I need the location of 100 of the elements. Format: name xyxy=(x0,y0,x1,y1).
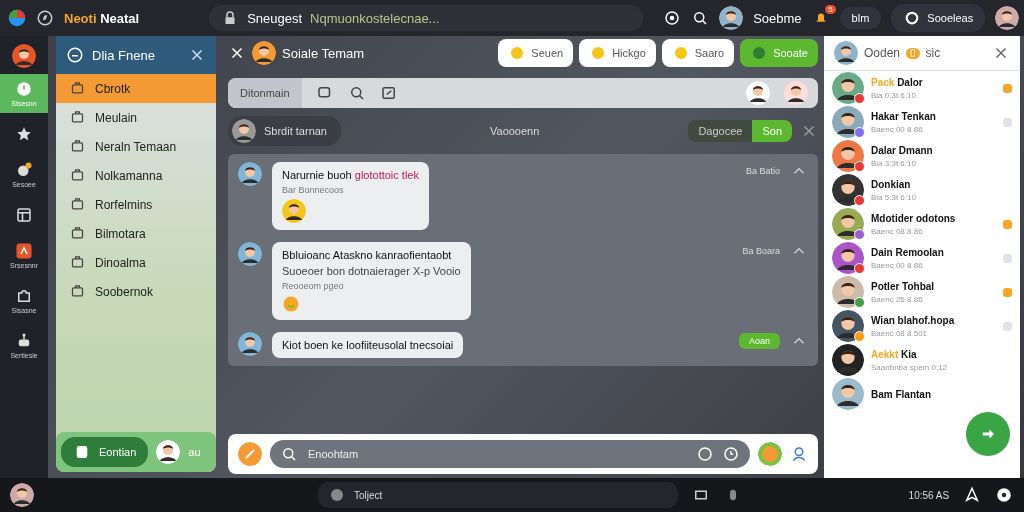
message-time: Ba Boara xyxy=(742,246,780,256)
chat-title: Soiale Temam xyxy=(282,45,365,61)
contact-item[interactable]: Potler Tohbal Baenc 26 8 86 xyxy=(824,275,1020,309)
contact-name: Potler Tohbal xyxy=(871,280,935,292)
filter-chip[interactable]: Hickgo xyxy=(579,39,656,67)
contact-subtitle: Baenc 08 8 501 xyxy=(871,328,929,338)
contact-subtitle: Baenc 00 8 86 xyxy=(871,124,924,134)
profile-avatar xyxy=(995,6,1020,30)
contact-item[interactable]: Donkian Bia 5:3t 6:10 xyxy=(824,173,1020,207)
filter-chip[interactable]: Saaro xyxy=(661,39,735,67)
message-input[interactable]: Enoohtam xyxy=(306,447,688,461)
contact-name: Bam Flantan xyxy=(871,388,931,400)
contact-avatar xyxy=(832,378,864,410)
panel-avatar xyxy=(834,41,858,65)
app-title: Neoti Neatal xyxy=(64,10,140,26)
app-icon xyxy=(328,486,346,504)
compose-button[interactable] xyxy=(966,412,1010,456)
contact-item[interactable]: Pack Dalor Bia 0:3t 6:10 xyxy=(824,71,1020,105)
sender-avatar xyxy=(238,242,262,266)
chat-badge-icon[interactable] xyxy=(15,161,33,179)
compass-icon[interactable] xyxy=(36,9,54,27)
ball-icon[interactable] xyxy=(995,486,1014,504)
settings-button[interactable]: Sooeleas xyxy=(891,4,986,32)
section-label: Vaoooenn xyxy=(490,125,540,137)
contact-subtitle: Baenc 26 8 86 xyxy=(871,294,924,304)
footer-label: au xyxy=(188,446,201,458)
contact-name: Pack Dalor xyxy=(871,76,923,88)
contact-avatar xyxy=(832,72,864,104)
panel-title: Dlia Fnene xyxy=(92,47,155,63)
logo-icon xyxy=(8,9,26,27)
contact-avatar xyxy=(832,344,864,376)
star-icon[interactable] xyxy=(15,125,33,143)
member-avatar xyxy=(746,81,770,105)
menu-item[interactable]: Neraln Temaan xyxy=(56,132,216,161)
member-avatar xyxy=(784,81,808,105)
contact-item[interactable]: Bam Flantan xyxy=(824,377,1020,411)
panel-title: Ooden xyxy=(864,46,901,60)
contact-avatar xyxy=(832,140,864,172)
menu-item[interactable]: Dinoalma xyxy=(56,248,216,277)
message-text: Suoeoer bon dotnaierager X-p Vooio xyxy=(282,265,461,277)
chat-avatar xyxy=(252,41,276,65)
message-time: Ba Batio xyxy=(745,166,780,176)
calendar-icon[interactable] xyxy=(15,206,33,224)
contact-item[interactable]: Aekkt Kia Saanbnba spem 0:12 xyxy=(824,343,1020,377)
menu-item[interactable]: Cbrotk xyxy=(56,74,216,103)
contact-name: Dalar Dmann xyxy=(871,144,933,156)
contact-subtitle: Bia 5:3t 6:10 xyxy=(871,192,916,202)
person-icon[interactable] xyxy=(790,445,808,463)
menu-item[interactable]: Soobernok xyxy=(56,277,216,306)
message-text: Bbluioanc Ataskno kanraofientaobt xyxy=(282,249,453,261)
contact-avatar xyxy=(832,276,864,308)
contact-item[interactable]: Hakar Tenkan Baenc 00 8 86 xyxy=(824,105,1020,139)
contact-subtitle: Bia 3:3t 6:10 xyxy=(871,158,917,168)
menu-item[interactable]: Nolkamanna xyxy=(56,161,216,190)
chip-avatar xyxy=(232,119,256,143)
contact-chip[interactable]: Sbrdit tarnan xyxy=(228,116,341,146)
status-pill[interactable]: blm xyxy=(839,7,882,29)
contact-item[interactable]: Dalar Dmann Bia 3:3t 6:10 xyxy=(824,139,1020,173)
target-icon[interactable] xyxy=(663,9,682,27)
taskbar-app[interactable]: Tolject xyxy=(318,482,678,508)
sender-avatar xyxy=(238,332,262,356)
rail-avatar xyxy=(12,44,36,68)
contact-avatar xyxy=(832,208,864,240)
user-name[interactable]: Soebme xyxy=(753,10,802,26)
message-text: Kiot boen ke loofiiteusolal tnecsoiai xyxy=(282,339,454,351)
search-icon xyxy=(280,445,298,463)
notification-badge: 5 xyxy=(825,5,836,14)
reaction-avatar xyxy=(282,199,306,223)
contact-subtitle: Bia 0:3t 6:10 xyxy=(871,90,917,100)
sender-avatar xyxy=(238,162,262,186)
segment-option[interactable]: Dagocee xyxy=(688,120,753,142)
contact-name: Aekkt Kia xyxy=(871,348,918,360)
menu-item[interactable]: Rorfelmins xyxy=(56,190,216,219)
contact-avatar xyxy=(832,106,864,138)
contact-item[interactable]: Mdotider odotons Baenc 08 8 86 xyxy=(824,207,1020,241)
message-text: Narurnie buoh glotottoic tlek xyxy=(282,169,419,181)
message-field[interactable]: Enoohtam xyxy=(270,440,750,468)
contact-item[interactable]: Wian blahof.hopa Baenc 08 8 501 xyxy=(824,309,1020,343)
contact-item[interactable]: Dain Remoolan Baenc 00 8 86 xyxy=(824,241,1020,275)
briefcase-icon[interactable] xyxy=(70,81,85,96)
footer-avatar xyxy=(156,440,181,464)
toolbar-tab[interactable]: Ditonmain xyxy=(228,78,302,108)
contact-name: Dain Remoolan xyxy=(871,246,944,258)
search-field[interactable]: Sneugest Nqmuonkostelecnae... xyxy=(209,5,644,31)
menu-item[interactable]: Meulain xyxy=(56,103,216,132)
navigation-icon[interactable] xyxy=(963,486,982,504)
action-button[interactable]: Eontian xyxy=(61,437,149,467)
menu-item[interactable]: Bilmotara xyxy=(56,219,216,248)
contact-name: Mdotider odotons xyxy=(871,212,956,224)
panel-subtitle: sic xyxy=(925,46,941,60)
contact-subtitle: Baenc 08 8 86 xyxy=(871,226,924,236)
edit-icon[interactable] xyxy=(379,84,398,102)
taskbar-avatar xyxy=(10,483,34,507)
contact-subtitle: Baenc 00 8 86 xyxy=(871,260,924,270)
app-tile-icon[interactable] xyxy=(15,242,33,260)
contact-avatar xyxy=(832,174,864,206)
message-meta: Reooeom pgeo xyxy=(282,281,345,291)
filter-chip[interactable]: Seuen xyxy=(498,39,574,67)
contact-name: Donkian xyxy=(871,178,912,190)
contact-name: Hakar Tenkan xyxy=(871,110,936,122)
